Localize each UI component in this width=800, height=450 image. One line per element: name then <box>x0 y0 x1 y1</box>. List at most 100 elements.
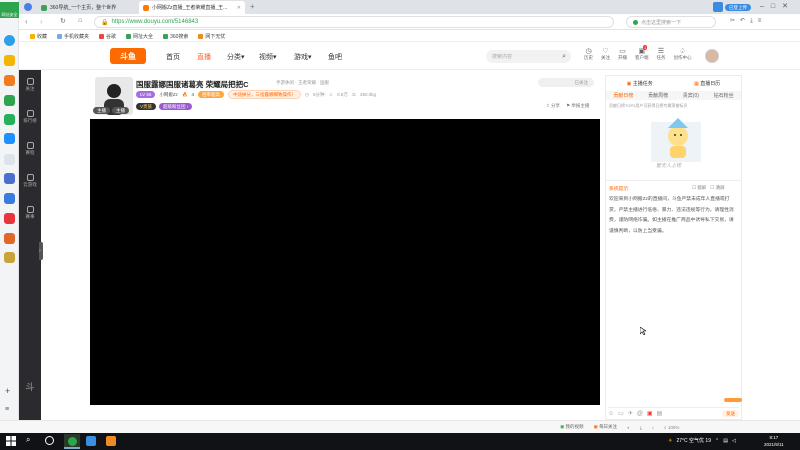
pay-icon[interactable] <box>4 133 15 144</box>
back-icon[interactable]: ‹ <box>25 17 28 26</box>
douyu-logo[interactable]: 斗鱼 <box>110 48 146 64</box>
zoom-level[interactable]: ⌕ 100% <box>664 425 679 430</box>
nav-video[interactable]: 视频▾ <box>259 52 277 62</box>
music-icon[interactable] <box>4 252 15 263</box>
left-nav-match[interactable]: 赛事 <box>19 206 41 220</box>
report-button[interactable]: ⚑ 举报主播 <box>566 103 589 109</box>
favorites-icon[interactable] <box>4 55 15 66</box>
tab-daily-rank[interactable]: 贡献日榜 <box>609 92 637 99</box>
nav-home[interactable]: 首页 <box>166 52 180 62</box>
taskbar-360-browser[interactable] <box>64 434 80 449</box>
bookmark-app-icon[interactable] <box>4 173 15 184</box>
search-icon[interactable]: ⌕ <box>562 53 566 61</box>
browser-search-field[interactable]: 点击这里搜索一下 <box>626 16 716 28</box>
settings-icon[interactable]: ▤ <box>657 410 663 417</box>
reload-icon[interactable]: ↻ <box>60 17 66 25</box>
nav-fishbar[interactable]: 鱼吧 <box>328 52 342 62</box>
tab-weekly-rank[interactable]: 贡献周榜 <box>644 92 672 99</box>
app-icon[interactable] <box>4 233 15 244</box>
download-icon[interactable]: ⤓ <box>750 18 758 24</box>
sidebar-menu-icon[interactable]: ≡ <box>5 406 9 413</box>
status-download-icon[interactable]: ⤓ <box>640 425 642 430</box>
security-badge[interactable]: 网址安全 <box>0 2 19 18</box>
tray-up-icon[interactable]: ⌃ <box>715 438 719 444</box>
web-icon[interactable] <box>4 35 15 46</box>
streamer-name[interactable]: 小网搬Zz <box>159 92 178 98</box>
taskbar-douyu-icon[interactable] <box>106 436 116 446</box>
weather-text[interactable]: 27°C 空气优 19 <box>676 437 711 444</box>
bookmark-item[interactable]: 谷歌 <box>99 33 116 40</box>
user-avatar[interactable] <box>705 49 719 63</box>
tab-streamer-task[interactable]: ▣ 主播任务 <box>627 80 653 87</box>
bookmark-item[interactable]: 360搜索 <box>163 33 188 40</box>
message-icon[interactable] <box>4 114 15 125</box>
follow-list-button[interactable]: ♡ 关注 <box>601 47 610 61</box>
emoji-icon[interactable]: ☺ <box>608 411 614 417</box>
my-video-button[interactable]: ▣ 我的视频 <box>560 424 584 430</box>
game-icon[interactable] <box>4 75 15 86</box>
nav-category[interactable]: 分类▾ <box>227 52 245 62</box>
tab-diamond-fans[interactable]: 钻石粉丝 <box>710 92 738 99</box>
history-button[interactable]: ◷ 历史 <box>584 47 593 61</box>
undo-icon[interactable]: ↶ <box>740 18 750 24</box>
window-controls[interactable]: –□✕ <box>760 2 795 10</box>
clear-screen-checkbox[interactable]: ☐ 清屏 <box>710 185 724 191</box>
tab-live-calendar[interactable]: ▦ 直播日历 <box>694 80 720 87</box>
bookmark-item[interactable]: 网址大全 <box>126 33 153 40</box>
taskbar-search-icon[interactable]: ⌕ <box>26 435 30 445</box>
client-button[interactable]: ▣ 客户端 1 <box>635 45 649 61</box>
url-field[interactable]: 🔒 https://www.douyu.com/5146843 <box>94 16 614 28</box>
gift-icon[interactable]: ✈ <box>628 410 633 417</box>
left-nav-follow[interactable]: 关注 <box>19 78 41 92</box>
note-icon[interactable] <box>4 193 15 204</box>
nav-live[interactable]: 直播 <box>197 52 211 62</box>
extension-icon[interactable]: ✂ <box>730 18 740 24</box>
bookmark-item[interactable]: 网下无忧 <box>198 33 225 40</box>
taskbar-app-icon[interactable] <box>86 436 96 446</box>
nav-game[interactable]: 游戏▾ <box>294 52 312 62</box>
barrage-icon[interactable]: ▣ <box>647 410 653 417</box>
account-icon[interactable] <box>24 3 32 11</box>
fans-club-button[interactable]: 超级粉丝团 › <box>159 103 193 110</box>
status-mute-icon[interactable]: ♪ <box>652 425 654 430</box>
home-icon[interactable]: ⌂ <box>78 17 82 24</box>
vip-badge[interactable]: V贵族 <box>136 103 157 110</box>
left-nav-cloud-game[interactable]: 云游戏 <box>19 174 41 188</box>
share-button[interactable]: ⇪ 分享 <box>546 103 560 109</box>
windows-start-icon[interactable] <box>6 436 16 446</box>
follow-button[interactable]: 已关注 <box>538 78 594 87</box>
task-view-icon[interactable] <box>45 436 54 445</box>
doc-icon[interactable] <box>4 154 15 165</box>
close-tab-icon[interactable]: ✕ <box>237 5 241 11</box>
room-category[interactable]: 手游休闲 · 王者荣耀 · 国服 <box>276 80 329 86</box>
network-icon[interactable]: ▤ <box>723 438 728 444</box>
video-icon[interactable] <box>4 213 15 224</box>
toolbar-icons[interactable]: ✂↶⤓≡ <box>730 17 766 25</box>
video-player[interactable] <box>90 119 600 405</box>
tab-360-navigation[interactable]: 360导航_一个主页，整个世界 <box>37 1 137 14</box>
tab-douyu-room[interactable]: 小网搬Zz直播_王者荣耀直播_王... ✕ <box>139 1 245 14</box>
lock-screen-checkbox[interactable]: ☐ 锁屏 <box>692 185 706 191</box>
go-live-button[interactable]: ▭ 开播 <box>618 47 627 61</box>
wechat-icon[interactable] <box>4 95 15 106</box>
bookmark-item[interactable]: 收藏 <box>30 33 47 40</box>
left-nav-schedule[interactable]: 赛程 <box>19 142 41 156</box>
maximize-icon[interactable]: □ <box>771 3 782 10</box>
clock[interactable]: 8:17 2021/9/11 <box>764 434 784 448</box>
new-tab-icon[interactable]: + <box>250 2 255 11</box>
image-icon[interactable]: ▭ <box>618 410 624 417</box>
forward-icon[interactable]: › <box>40 17 43 26</box>
creator-center-button[interactable]: ♤ 创作中心 <box>674 47 692 61</box>
bookmark-item[interactable]: 手机收藏夹 <box>57 33 89 40</box>
tab-vip[interactable]: 贵宾(0) <box>679 92 703 99</box>
add-icon[interactable]: + <box>5 386 10 396</box>
menu-icon[interactable]: ≡ <box>758 18 767 24</box>
daily-follow-button[interactable]: ▣ 每日关注 <box>594 424 618 430</box>
collapse-handle[interactable]: › <box>39 242 43 260</box>
minimize-icon[interactable]: – <box>760 3 771 10</box>
app-badge[interactable]: 已登上传 <box>713 2 751 12</box>
send-button[interactable]: 发送 <box>722 410 739 417</box>
volume-icon[interactable]: ◁ <box>732 438 736 444</box>
left-nav-rank[interactable]: 排行榜 <box>19 110 41 124</box>
status-speaker-icon[interactable]: ◐ <box>627 425 630 430</box>
